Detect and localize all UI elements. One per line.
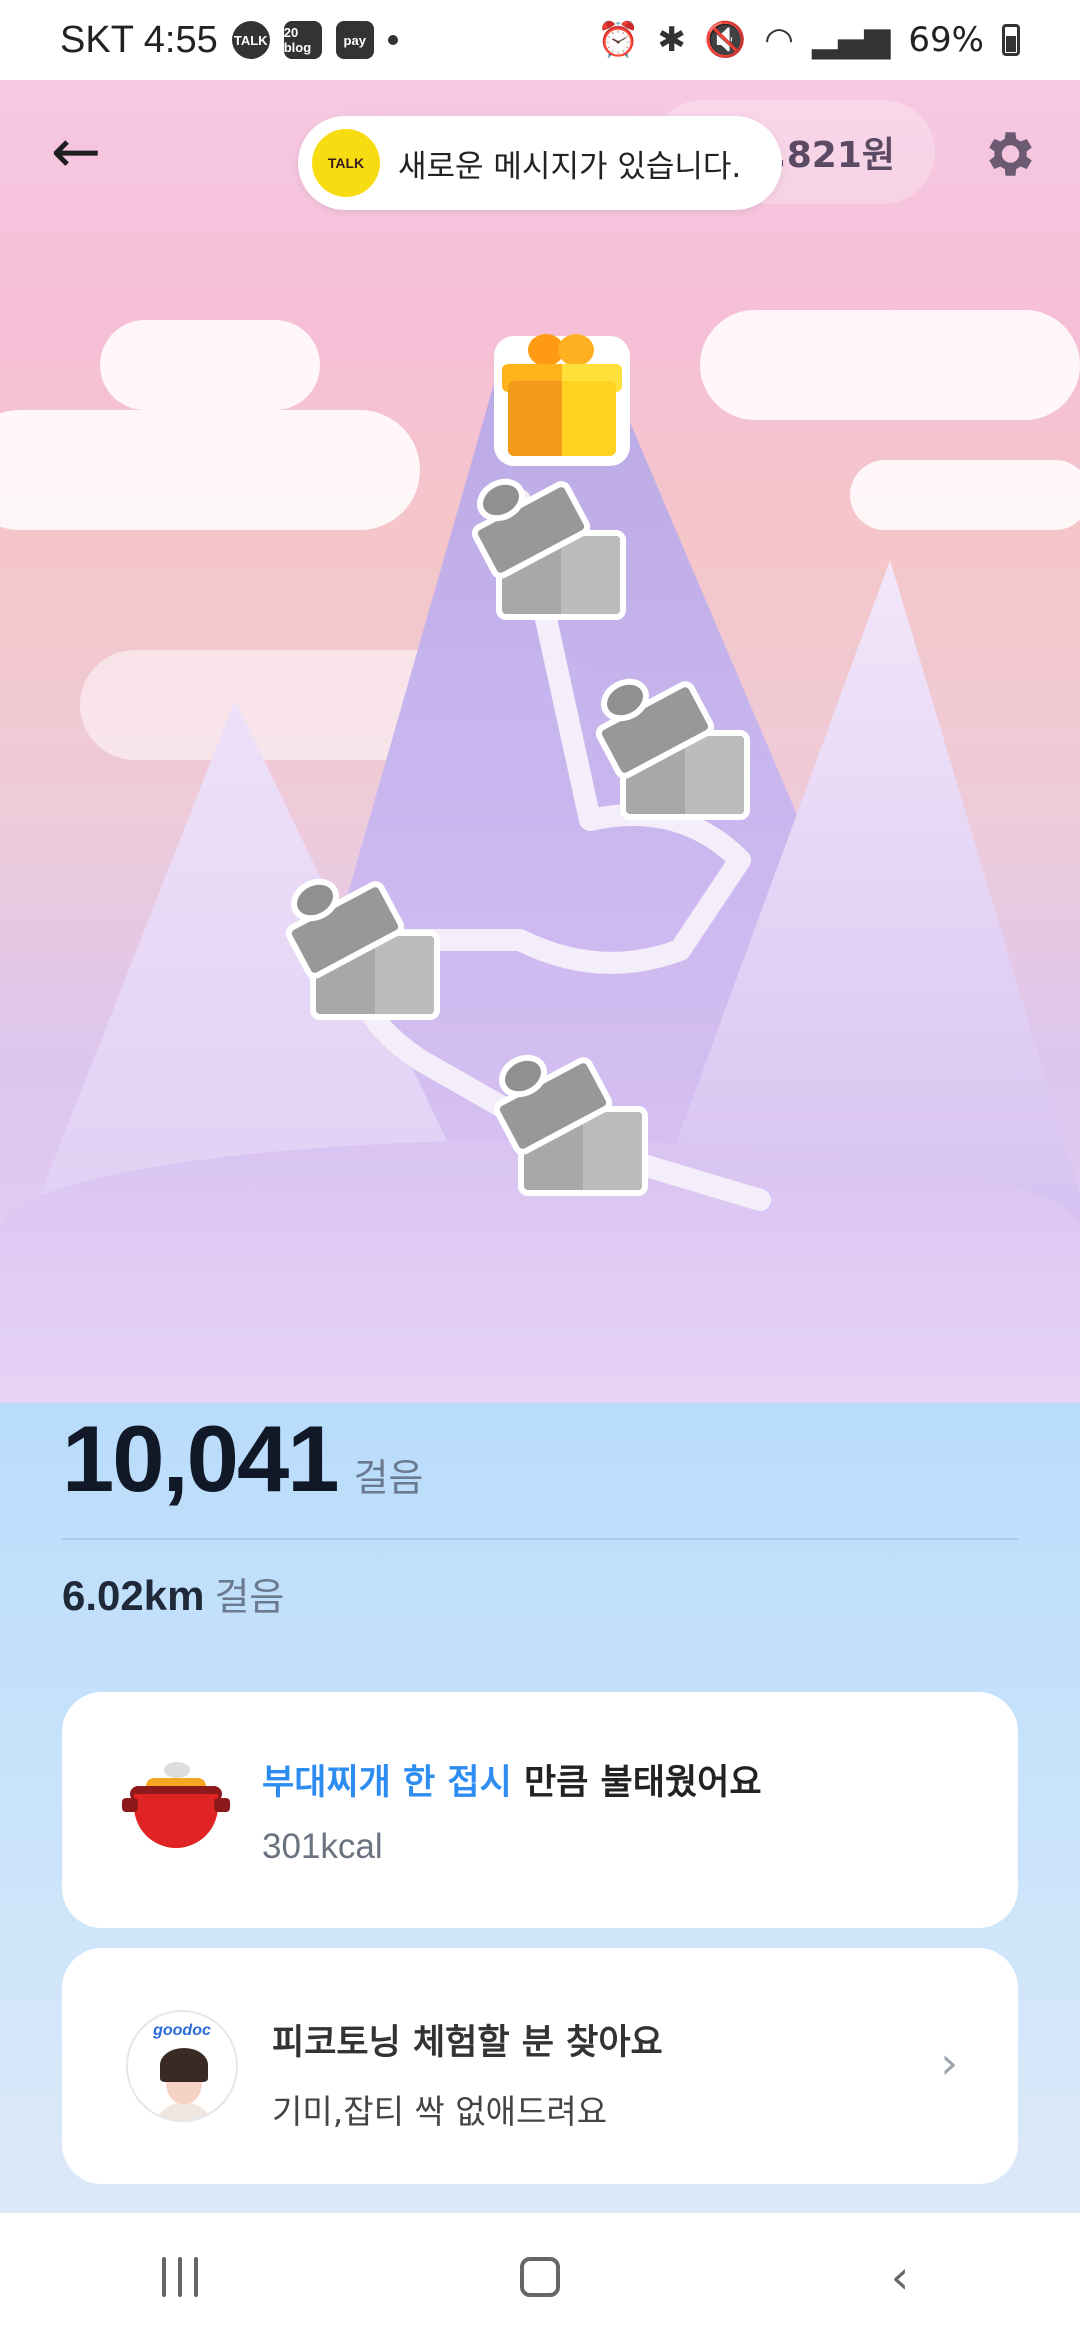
more-notifications-dot-icon — [387, 35, 398, 45]
gift-box-unlocked[interactable] — [494, 326, 630, 476]
pot-handle — [214, 1798, 230, 1812]
status-right: ⏰ ✱ 🔇 ◠ ▂▄▆ 69% — [597, 20, 1020, 60]
mute-icon: 🔇 — [703, 20, 747, 60]
calorie-value: 301kcal — [262, 1827, 383, 1866]
gift-box-locked[interactable] — [488, 1046, 658, 1206]
ad-card[interactable]: goodoc 피코토닝 체험할 분 찾아요 기미,잡티 싹 없애드려요 › — [62, 1948, 1018, 2184]
nav-back-button[interactable]: ‹ — [840, 2237, 960, 2317]
gift-box-locked[interactable] — [590, 670, 760, 830]
steam — [164, 1762, 190, 1778]
system-nav-bar: ‹ — [0, 2213, 1080, 2340]
avatar-body — [154, 2102, 214, 2120]
back-button[interactable]: ← — [40, 117, 112, 187]
signal-icon: ▂▄▆ — [811, 20, 891, 60]
carrier-time: SKT 4:55 — [60, 18, 218, 61]
distance-value: 6.02km — [62, 1572, 205, 1619]
divider — [62, 1538, 1018, 1540]
avatar-hair — [160, 2048, 208, 2082]
ad-title: 피코토닝 체험할 분 찾아요 — [272, 2023, 663, 2063]
gift-box-locked[interactable] — [280, 870, 450, 1030]
chevron-right-icon: › — [940, 2038, 958, 2089]
food-text: 만큼 불태웠어요 — [511, 1763, 762, 1803]
gift-box-locked[interactable] — [466, 470, 636, 630]
arrow-left-icon: ← — [50, 117, 102, 187]
settings-button[interactable] — [972, 118, 1044, 190]
steps-unit: 걸음 — [353, 1456, 424, 1500]
status-left: SKT 4:55 TALK 20 blog pay — [60, 19, 398, 62]
message-toast[interactable]: TALK 새로운 메시지가 있습니다. — [298, 116, 782, 210]
pot-handle — [122, 1798, 138, 1812]
bluetooth-icon: ✱ — [657, 20, 686, 60]
home-button[interactable] — [480, 2237, 600, 2317]
distance-unit: 걸음 — [214, 1575, 285, 1619]
gift-bow — [558, 334, 594, 366]
points-value: ,821원 — [773, 135, 895, 176]
calorie-card: 부대찌개 한 접시 만큼 불태웠어요 301kcal — [62, 1692, 1018, 1928]
chevron-left-icon: ‹ — [890, 2249, 910, 2304]
calorie-headline: 부대찌개 한 접시 만큼 불태웠어요 — [262, 1754, 762, 1805]
stew-pot-icon — [122, 1762, 230, 1852]
gear-icon — [989, 132, 1032, 176]
gift-icon — [508, 381, 616, 456]
battery-percent: 69% — [908, 20, 984, 60]
ad-subtitle: 기미,잡티 싹 없애드려요 — [272, 2092, 608, 2131]
recents-button[interactable] — [120, 2237, 240, 2317]
pay-notification-icon: pay — [335, 21, 374, 59]
mountain-illustration — [0, 80, 1080, 1403]
advertiser-avatar: goodoc — [126, 2010, 238, 2122]
advertiser-brand: goodoc — [153, 2022, 211, 2039]
blog-notification-icon: 20 blog — [283, 21, 322, 59]
kakaotalk-icon: TALK — [312, 129, 380, 197]
alarm-icon: ⏰ — [597, 20, 640, 60]
distance-summary: 6.02km 걸음 — [62, 1566, 284, 1621]
steps-count: 10,041 — [62, 1406, 340, 1511]
ad-text: 피코토닝 체험할 분 찾아요 기미,잡티 싹 없애드려요 — [272, 2014, 663, 2133]
wifi-icon: ◠ — [764, 20, 794, 60]
kakaotalk-notification-icon: TALK — [231, 21, 270, 59]
recents-icon — [162, 2256, 198, 2297]
food-highlight: 부대찌개 한 접시 — [262, 1763, 512, 1803]
steps-summary: 10,041 걸음 — [62, 1405, 423, 1513]
pot-body — [134, 1794, 218, 1848]
calorie-text: 부대찌개 한 접시 만큼 불태웠어요 301kcal — [262, 1754, 762, 1867]
home-icon — [520, 2256, 560, 2297]
toast-message: 새로운 메시지가 있습니다. — [398, 148, 742, 185]
status-bar: SKT 4:55 TALK 20 blog pay ⏰ ✱ 🔇 ◠ ▂▄▆ 69… — [0, 0, 1080, 80]
battery-icon — [1002, 24, 1020, 56]
